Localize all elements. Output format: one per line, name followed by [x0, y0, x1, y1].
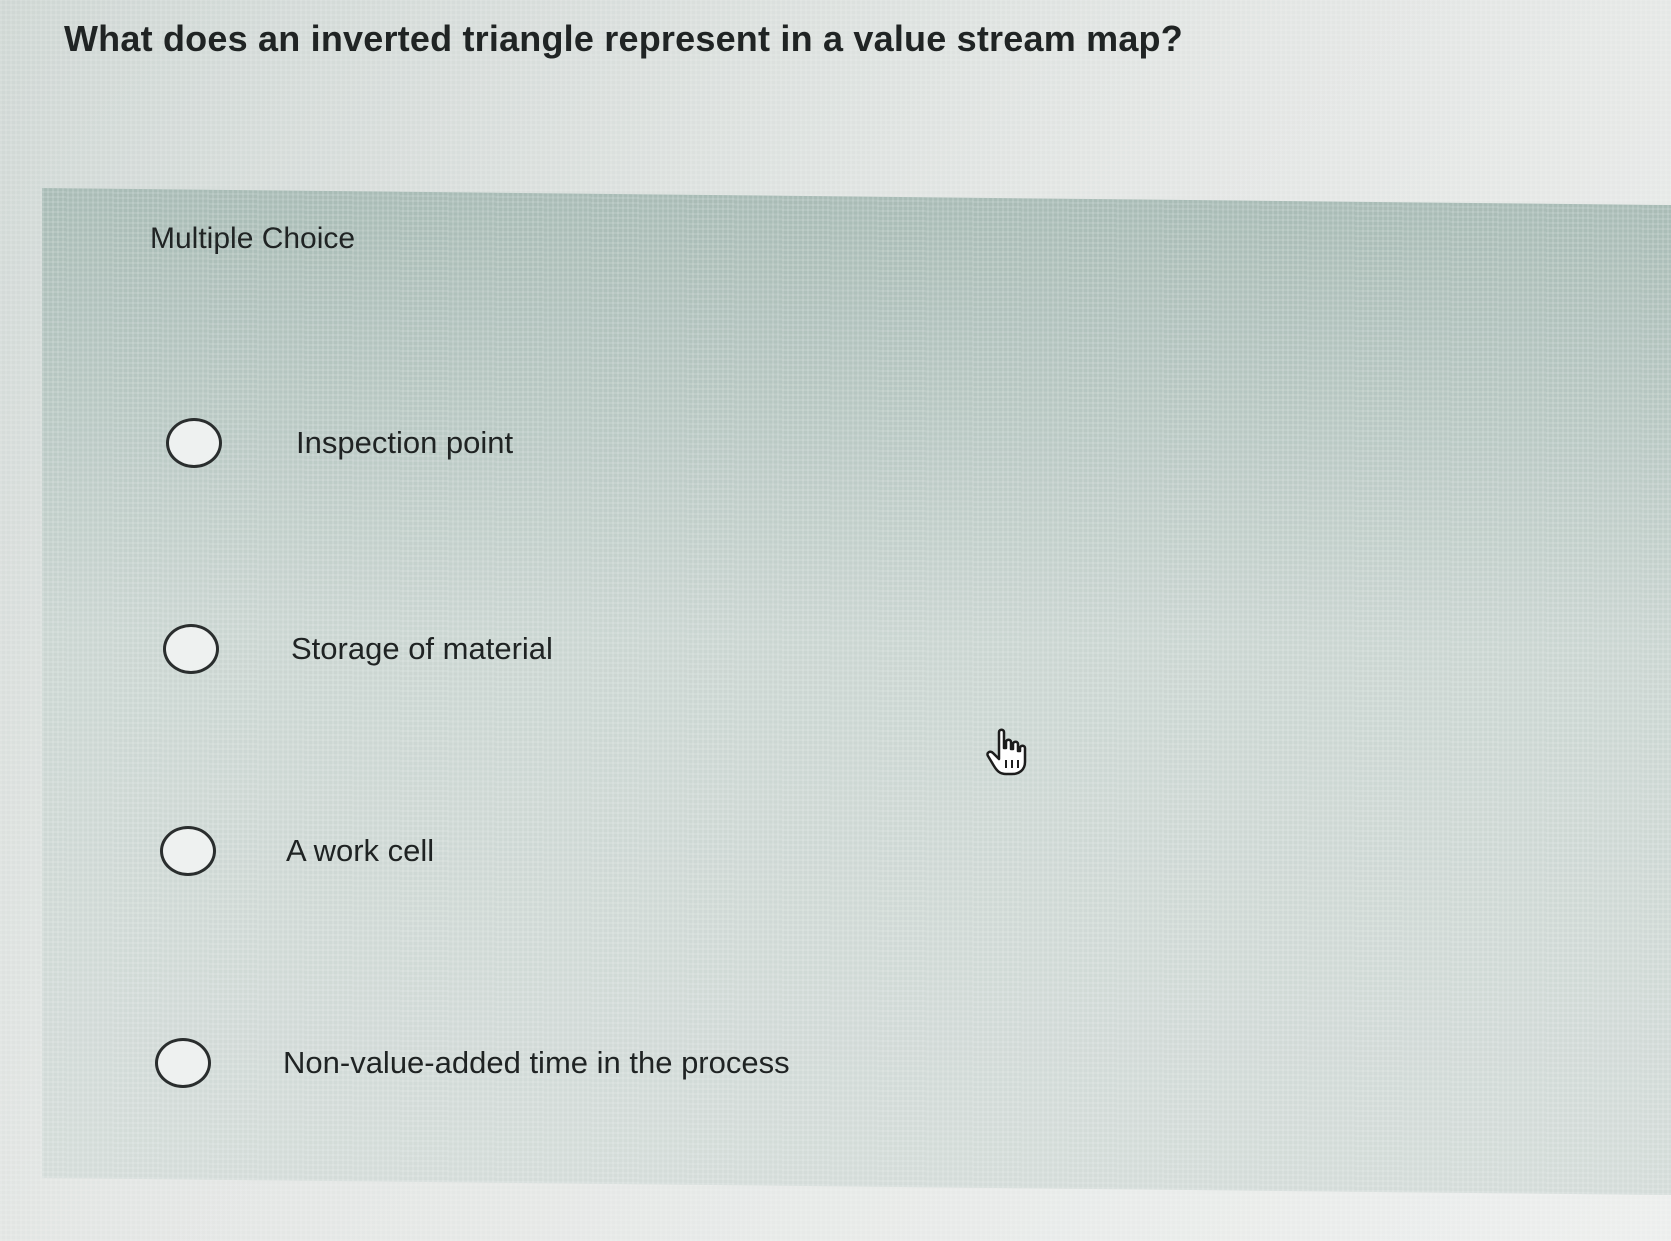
option-label: Non-value-added time in the process [283, 1045, 790, 1080]
radio-button[interactable] [155, 1038, 211, 1088]
option-non-value-added-time[interactable]: Non-value-added time in the process [155, 1038, 790, 1088]
option-label: A work cell [286, 833, 435, 868]
option-inspection-point[interactable]: Inspection point [166, 418, 513, 468]
radio-button[interactable] [163, 624, 219, 674]
panel-label: Multiple Choice [150, 222, 356, 255]
option-storage-of-material[interactable]: Storage of material [163, 624, 553, 674]
option-label: Storage of material [291, 631, 553, 666]
question-text: What does an inverted triangle represent… [64, 18, 1183, 59]
radio-button[interactable] [160, 826, 216, 876]
option-label: Inspection point [296, 425, 514, 460]
hand-pointer-icon [986, 728, 1027, 776]
radio-button[interactable] [166, 418, 222, 468]
option-a-work-cell[interactable]: A work cell [160, 826, 434, 876]
